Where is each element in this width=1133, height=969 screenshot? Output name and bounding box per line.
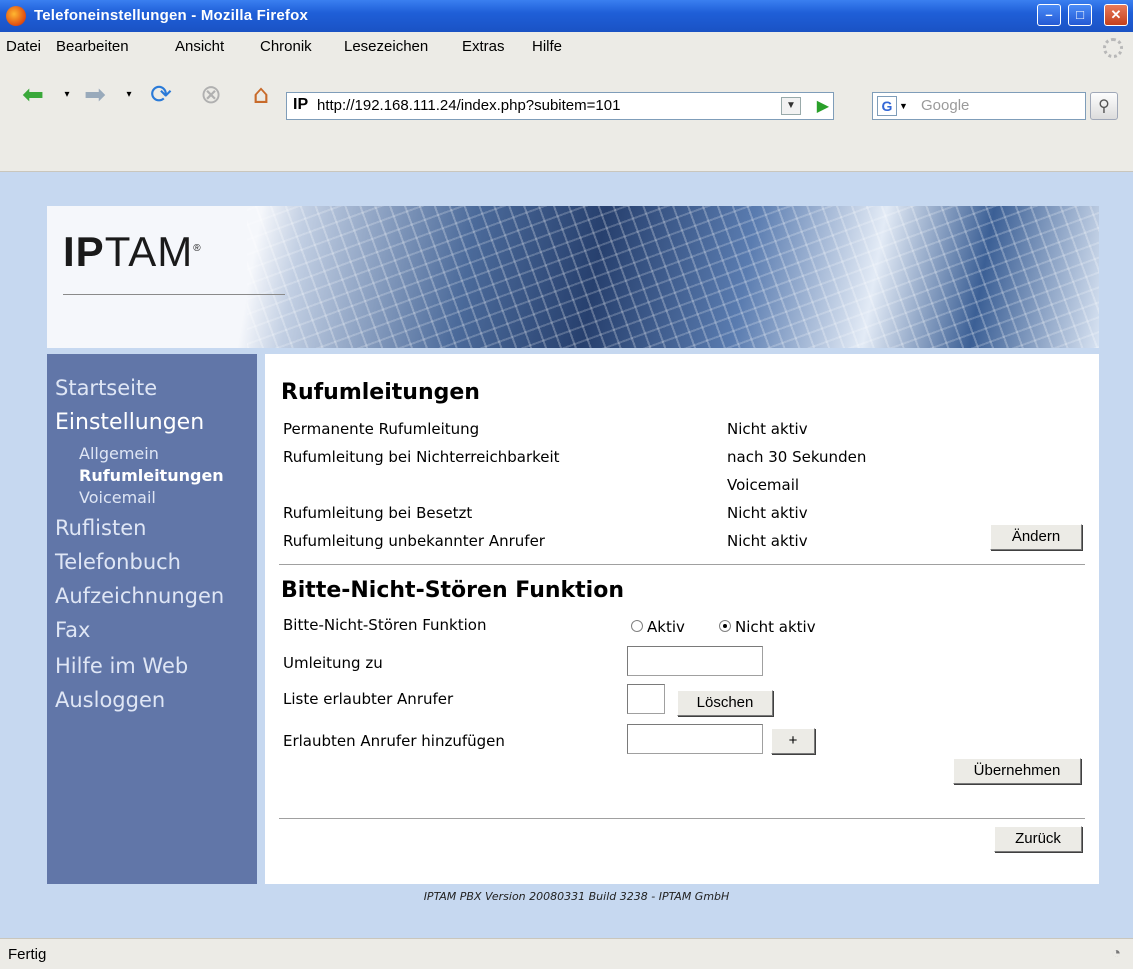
permanent-forwarding-label: Permanente Rufumleitung — [283, 420, 480, 438]
back-button[interactable]: Zurück — [994, 826, 1082, 852]
busy-forwarding-label: Rufumleitung bei Besetzt — [283, 504, 473, 522]
change-button[interactable]: Ändern — [990, 524, 1082, 550]
forward-dropdown-icon[interactable]: ▾ — [114, 80, 144, 110]
sidebar-item-fax[interactable]: Fax — [55, 618, 90, 642]
window-title-bar: Telefoneinstellungen - Mozilla Firefox –… — [0, 0, 1133, 32]
section-divider — [279, 564, 1085, 566]
dnd-inactive-radio[interactable] — [719, 620, 731, 632]
status-icon: ◔ — [1111, 945, 1121, 962]
go-arrow-icon[interactable]: ▶ — [817, 96, 829, 116]
sidebar-item-voicemail[interactable]: Voicemail — [79, 488, 156, 507]
sidebar-item-telefonbuch[interactable]: Telefonbuch — [55, 550, 181, 574]
window-title: Telefoneinstellungen - Mozilla Firefox — [34, 7, 309, 24]
reload-icon[interactable]: ⟳ — [146, 80, 176, 110]
menu-hilfe[interactable]: Hilfe — [532, 38, 562, 55]
url-bar[interactable]: IP http://192.168.111.24/index.php?subit… — [286, 92, 834, 120]
sidebar-item-allgemein[interactable]: Allgemein — [79, 444, 159, 463]
minimize-button[interactable]: – — [1037, 4, 1061, 26]
maximize-button[interactable]: □ — [1068, 4, 1092, 26]
menu-bar: Datei Bearbeiten Ansicht Chronik Lesezei… — [0, 32, 1133, 62]
home-icon[interactable]: ⌂ — [246, 80, 276, 110]
menu-datei[interactable]: Datei — [6, 38, 41, 55]
unreachable-forwarding-label: Rufumleitung bei Nichterreichbarkeit — [283, 448, 560, 466]
unknown-caller-forwarding-value: Nicht aktiv — [727, 532, 808, 550]
busy-forwarding-value: Nicht aktiv — [727, 504, 808, 522]
redirect-input[interactable] — [627, 646, 763, 676]
throbber-icon — [1103, 38, 1123, 58]
dnd-active-radio[interactable] — [631, 620, 643, 632]
iptam-logo: IPTAM® — [63, 228, 202, 275]
web-page: IPTAM® Startseite Einstellungen Allgemei… — [0, 172, 1133, 938]
logo-underline — [63, 294, 285, 295]
add-caller-input[interactable] — [627, 724, 763, 754]
unknown-caller-forwarding-label: Rufumleitung unbekannter Anrufer — [283, 532, 545, 550]
sidebar-item-rufumleitungen[interactable]: Rufumleitungen — [79, 466, 224, 485]
site-favicon: IP — [293, 96, 309, 113]
header-banner: IPTAM® — [47, 206, 1099, 348]
forward-arrow-icon[interactable]: ➡ — [80, 80, 110, 110]
menu-ansicht[interactable]: Ansicht — [175, 38, 224, 55]
delete-button[interactable]: Löschen — [677, 690, 773, 716]
back-arrow-icon[interactable]: ⬅ — [18, 80, 48, 110]
unreachable-forwarding-value: nach 30 Sekunden — [727, 448, 867, 466]
menu-bearbeiten[interactable]: Bearbeiten — [56, 38, 129, 55]
allowed-callers-list[interactable] — [627, 684, 665, 714]
add-caller-button[interactable]: + — [771, 728, 815, 754]
menu-lesezeichen[interactable]: Lesezeichen — [344, 38, 428, 55]
sidebar-item-ausloggen[interactable]: Ausloggen — [55, 688, 165, 712]
search-icon[interactable]: ⚲ — [1090, 92, 1118, 120]
firefox-icon — [6, 6, 26, 26]
allowed-callers-label: Liste erlaubter Anrufer — [283, 690, 454, 708]
menu-chronik[interactable]: Chronik — [260, 38, 312, 55]
search-engine-icon[interactable]: G — [877, 96, 897, 116]
dnd-inactive-label[interactable]: Nicht aktiv — [735, 618, 816, 636]
unreachable-forwarding-target: Voicemail — [727, 476, 800, 494]
sidebar-item-aufzeichnungen[interactable]: Aufzeichnungen — [55, 584, 224, 608]
search-box[interactable]: G ▼ Google — [872, 92, 1086, 120]
url-history-dropdown-icon[interactable]: ▼ — [781, 97, 801, 115]
redirect-label: Umleitung zu — [283, 654, 383, 672]
menu-extras[interactable]: Extras — [462, 38, 505, 55]
stop-icon[interactable]: ⊗ — [196, 80, 226, 110]
section-title-rufumleitungen: Rufumleitungen — [281, 380, 480, 405]
add-caller-label: Erlaubten Anrufer hinzufügen — [283, 732, 505, 750]
sidebar-item-hilfe-im-web[interactable]: Hilfe im Web — [55, 654, 188, 678]
bottom-divider — [279, 818, 1085, 820]
search-placeholder[interactable]: Google — [921, 97, 969, 114]
status-bar: Fertig ◔ — [0, 938, 1133, 969]
permanent-forwarding-value: Nicht aktiv — [727, 420, 808, 438]
sidebar-item-startseite[interactable]: Startseite — [55, 376, 157, 400]
url-text[interactable]: http://192.168.111.24/index.php?subitem=… — [317, 97, 620, 114]
dnd-active-label[interactable]: Aktiv — [647, 618, 685, 636]
sidebar-nav: Startseite Einstellungen Allgemein Rufum… — [47, 354, 257, 884]
sidebar-item-einstellungen[interactable]: Einstellungen — [55, 410, 204, 435]
status-text: Fertig — [8, 946, 47, 963]
section-title-dnd: Bitte-Nicht-Stören Funktion — [281, 578, 624, 603]
apply-button[interactable]: Übernehmen — [953, 758, 1081, 784]
dnd-function-label: Bitte-Nicht-Stören Funktion — [283, 616, 487, 634]
back-dropdown-icon[interactable]: ▾ — [52, 80, 82, 110]
banner-grid-image — [247, 206, 1099, 348]
close-button[interactable]: ✕ — [1104, 4, 1128, 26]
page-footer: IPTAM PBX Version 20080331 Build 3238 - … — [423, 890, 730, 903]
sidebar-item-ruflisten[interactable]: Ruflisten — [55, 516, 146, 540]
main-content: Rufumleitungen Permanente Rufumleitung N… — [265, 354, 1099, 884]
search-engine-dropdown-icon[interactable]: ▼ — [899, 101, 908, 111]
